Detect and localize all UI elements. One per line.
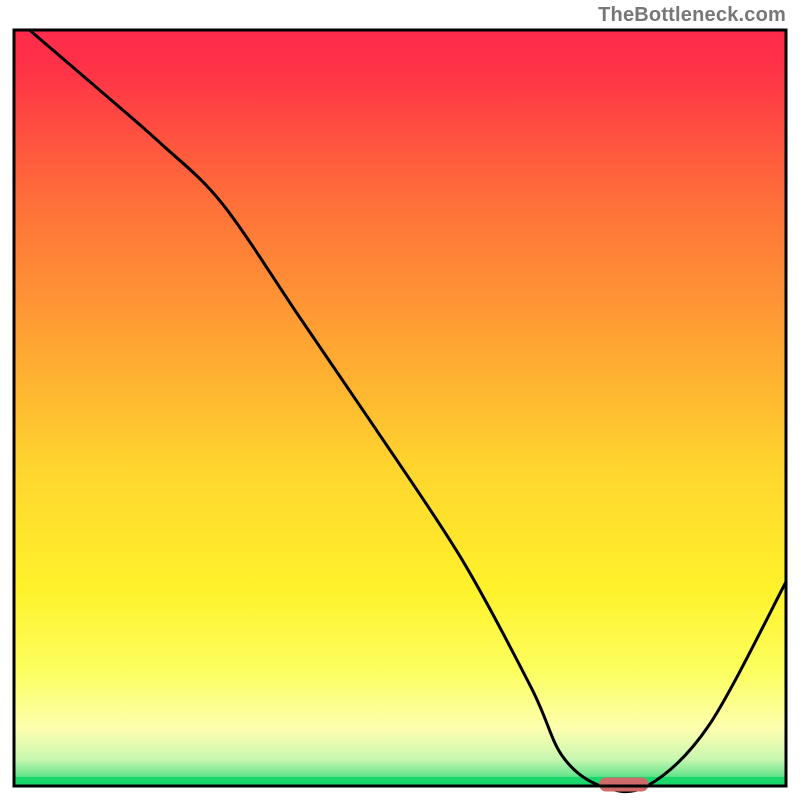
bottleneck-chart xyxy=(0,0,800,800)
chart-container: TheBottleneck.com xyxy=(0,0,800,800)
plot-background xyxy=(14,30,786,786)
optimal-marker xyxy=(599,777,648,791)
plot-area xyxy=(14,30,786,792)
watermark-text: TheBottleneck.com xyxy=(598,4,786,27)
